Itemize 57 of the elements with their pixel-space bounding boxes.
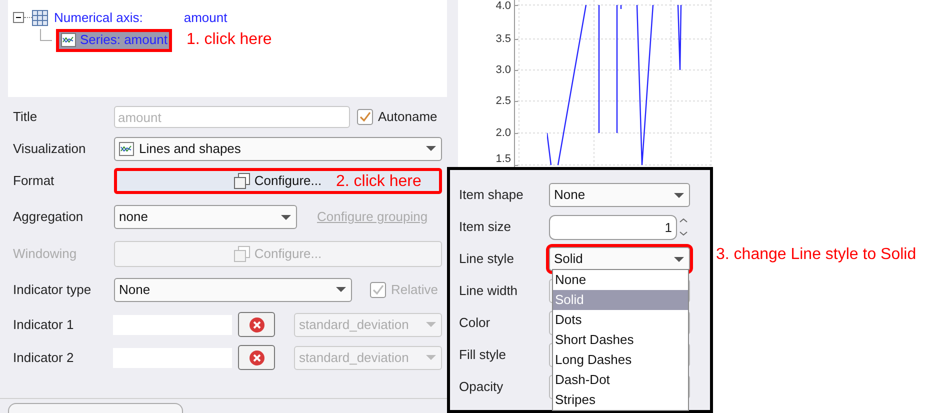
axis-tick-label: 4.0 [494,0,511,12]
dropdown-option[interactable]: Dots [553,310,688,330]
dropdown-option[interactable]: Stripes [553,390,688,410]
checkbox[interactable]: Autoname [357,107,438,127]
table-icon [32,10,48,26]
tree-item-label[interactable]: Numerical axis: [53,8,144,28]
dropdown[interactable]: none [114,205,297,229]
axis-tick-label: 2.0 [494,127,511,139]
chart-icon [61,33,76,47]
dropdown-option[interactable]: Dash-Dot [553,370,688,390]
remove-button[interactable] [238,345,275,370]
windows-icon [234,173,250,189]
caret-icon [673,256,685,262]
field-label: Visualization [13,140,87,158]
annotation: 3. change Line style to Solid [716,245,916,265]
field-label: Title [13,108,38,126]
caret-icon [425,145,437,152]
field-label: Windowing [13,244,78,263]
field-label: Aggregation [13,208,84,226]
dropdown[interactable]: None [114,278,352,302]
chart-icon [119,142,134,156]
field-label: Line style [459,250,515,268]
collapse-icon[interactable] [13,12,24,23]
dropdown-option[interactable]: None [553,270,688,290]
caret-icon [673,192,685,198]
axis-tick-label: 1.5 [494,153,511,165]
caret-icon [280,214,292,220]
close-icon [248,350,264,366]
field-label: Item shape [459,186,524,204]
field-label: Fill style [459,346,507,364]
annotation: 2. click here [336,172,422,192]
field-label: Indicator type [13,280,92,299]
dropdown-option[interactable]: Short Dashes [553,330,688,350]
windows-icon [234,246,250,262]
field-label: Item size [459,218,512,236]
title-field[interactable]: amount [114,106,350,128]
remove-button[interactable] [238,312,275,337]
axis-tick-label: 3.0 [494,64,511,76]
dropdown-option[interactable]: Long Dashes [553,350,688,370]
dropdown[interactable]: Solid [549,247,690,271]
field-label: Format [13,172,56,190]
tree-item-value: amount [184,8,228,27]
field-label: Opacity [459,378,504,396]
field-label: Indicator 1 [13,316,75,334]
field-label: Indicator 2 [13,348,75,367]
caret-icon [425,354,437,361]
dropdown[interactable]: None [549,183,690,207]
close-icon [248,316,264,332]
field-label: Line width [459,282,519,300]
axis-tick-label: 2.5 [494,95,511,107]
dropdown[interactable]: Lines and shapes [114,136,442,160]
field-label: Color [459,314,492,332]
caret-icon [425,321,437,328]
number-field[interactable]: 1 [549,214,677,240]
annotation: 1. click here [186,30,272,50]
axis-tick-label: 3.5 [494,33,511,45]
caret-icon [335,286,347,293]
